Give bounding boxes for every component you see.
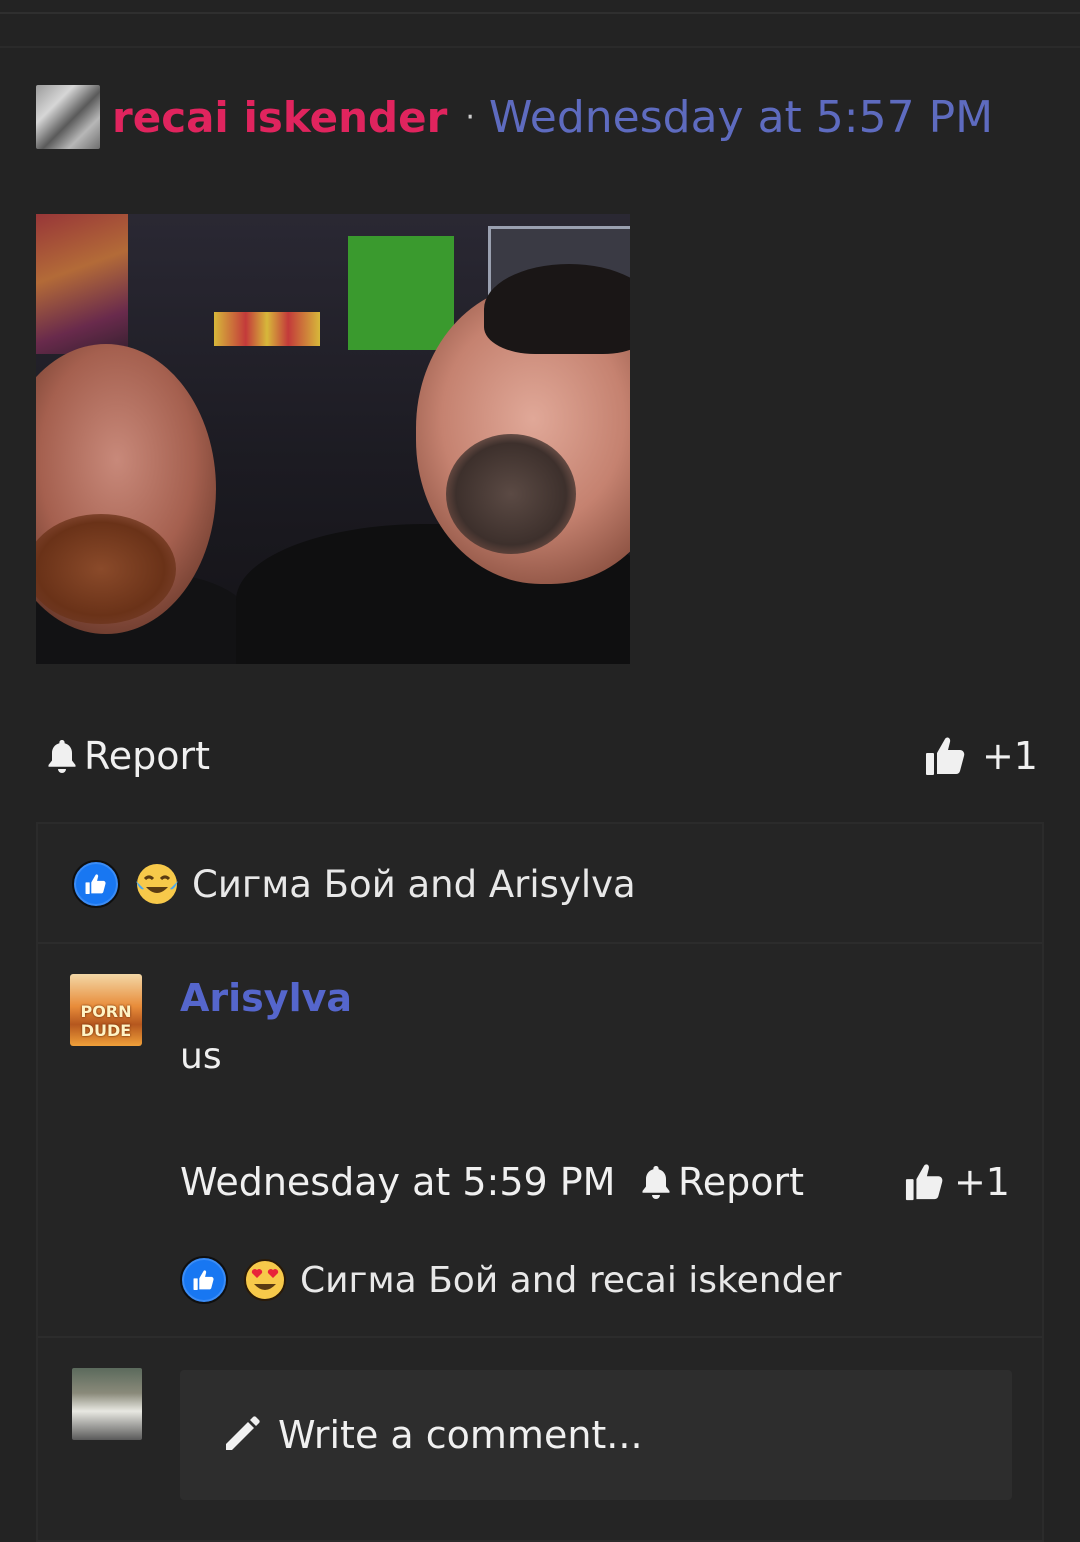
write-comment-input[interactable]: Write a comment...: [180, 1370, 1012, 1500]
heart-eyes-emoji-icon: [242, 1257, 288, 1303]
post-image[interactable]: [36, 214, 630, 664]
comment-timestamp[interactable]: Wednesday at 5:59 PM: [180, 1160, 640, 1204]
post-author-name[interactable]: recai iskender: [112, 93, 447, 142]
like-button[interactable]: +1: [924, 734, 1038, 778]
comment-like-count: +1: [953, 1160, 1010, 1204]
post-reactions-summary[interactable]: Сигма Бой and Arisylva: [72, 858, 636, 910]
current-user-avatar: [72, 1368, 142, 1440]
like-icon: [180, 1256, 228, 1304]
comments-panel: Сигма Бой and Arisylva PORN DUDE Arisylv…: [36, 822, 1044, 1542]
comment-report-button[interactable]: Report: [640, 1160, 804, 1204]
bell-icon: [642, 1166, 670, 1199]
thumbs-up-icon: [905, 1164, 943, 1201]
commenter-avatar-text: PORN DUDE: [80, 1002, 132, 1040]
crying-laughing-emoji-icon: [134, 861, 180, 907]
like-icon: [72, 860, 120, 908]
report-button[interactable]: Report: [46, 734, 210, 778]
commenter-avatar[interactable]: PORN DUDE: [70, 974, 142, 1046]
reactions-names: Сигма Бой and Arisylva: [192, 862, 636, 906]
post-timestamp[interactable]: Wednesday at 5:57 PM: [489, 92, 993, 143]
top-divider-2: [0, 46, 1080, 48]
thumbs-up-icon: [925, 737, 965, 775]
comment-reactions-summary[interactable]: Сигма Бой and recai iskender: [180, 1254, 841, 1306]
comment-author-name[interactable]: Arisylva: [180, 976, 352, 1020]
top-divider: [0, 12, 1080, 14]
comment-like-button[interactable]: +1: [904, 1160, 1010, 1204]
bell-icon: [48, 740, 76, 773]
author-avatar[interactable]: [36, 85, 100, 149]
comment-text: us: [180, 1036, 222, 1077]
divider: [38, 1336, 1042, 1338]
post-actions: Report +1: [46, 728, 1038, 784]
meta-separator: ·: [465, 99, 475, 135]
pencil-icon: [226, 1416, 260, 1450]
comment-reactions-names: Сигма Бой and recai iskender: [300, 1259, 842, 1301]
comment-report-label: Report: [678, 1160, 804, 1204]
divider: [38, 942, 1042, 944]
comment-actions: Wednesday at 5:59 PM Report +1: [180, 1154, 1010, 1210]
like-count: +1: [981, 734, 1038, 778]
write-comment-placeholder: Write a comment...: [278, 1413, 643, 1457]
post-header: recai iskender · Wednesday at 5:57 PM: [36, 84, 993, 150]
report-label: Report: [84, 734, 210, 778]
